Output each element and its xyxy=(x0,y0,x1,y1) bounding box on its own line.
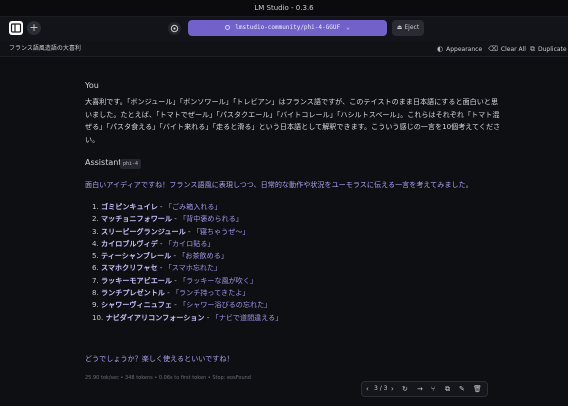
duplicate-label: Duplicate xyxy=(538,46,567,53)
list-item: 3. スリーピーグランジュール - 「寝ちゃうぜ〜」 xyxy=(92,226,250,236)
chat-title[interactable]: フランス語風造語の大喜利 xyxy=(9,41,81,57)
assistant-list: 1. ゴミピンキュイレ - 「ごみ箱入れる」 2. マッチョニフォワール - 「… xyxy=(92,201,282,324)
user-message: 大喜利です。「ボンジュール」「ボンソワール」「トレビアン」はフランス語ですが、こ… xyxy=(85,97,501,144)
model-selector[interactable]: lmstudio-community/phi-4-GGUF ⌄ xyxy=(188,20,387,36)
copy-icon: ⧉ xyxy=(530,45,535,53)
model-name: lmstudio-community/phi-4-GGUF xyxy=(235,24,341,31)
continue-icon[interactable]: → xyxy=(417,382,423,396)
list-item: 10. ナビダイアリコンフォーション - 「ナビで道間違える」 xyxy=(92,312,283,322)
list-item: 8. ランチプレゼントル - 「ランチ持ってきたよ」 xyxy=(92,288,250,298)
appearance-button[interactable]: ◐ Appearance xyxy=(437,41,482,58)
chevron-right-icon[interactable]: › xyxy=(391,382,394,396)
version-counter: 3 / 3 xyxy=(374,385,388,392)
gear-icon[interactable] xyxy=(168,22,181,35)
model-status-icon xyxy=(225,25,231,30)
chevron-left-icon[interactable]: ‹ xyxy=(366,382,369,396)
list-item: 4. カイロブルヴィデ - 「カイロ貼る」 xyxy=(92,238,215,248)
edit-icon[interactable]: ✎ xyxy=(459,382,465,396)
list-item: 2. マッチョニフォワール - 「背中褒められる」 xyxy=(92,214,243,224)
assistant-speaker-label: Assistant xyxy=(85,158,122,167)
duplicate-button[interactable]: ⧉ Duplicate xyxy=(530,41,567,58)
new-chat-button[interactable]: + xyxy=(27,21,41,35)
appearance-label: Appearance xyxy=(446,46,483,53)
list-item: 6. スマホクリフャセ - 「スマホ忘れた」 xyxy=(92,263,222,273)
clear-all-button[interactable]: ⌫ Clear All xyxy=(488,41,526,58)
message-actions-bar: ‹ 3 / 3 › ↻ → ⑂ ⧉ ✎ 🗑 xyxy=(361,381,488,397)
plus-icon: + xyxy=(29,21,39,34)
sidebar-toggle-icon[interactable] xyxy=(9,21,23,35)
eject-label: Eject xyxy=(404,24,420,31)
trash-icon[interactable]: 🗑 xyxy=(473,382,482,396)
window-title: LM Studio - 0.3.6 xyxy=(0,0,568,17)
list-item: 7. ラッキーモアビエール - 「ラッキーな風が吹く」 xyxy=(92,275,258,285)
clear-icon: ⌫ xyxy=(488,45,498,53)
model-badge: phi-4 xyxy=(120,159,142,169)
clear-all-label: Clear All xyxy=(500,46,526,53)
palette-icon: ◐ xyxy=(437,45,444,53)
chat-header: フランス語風造語の大喜利 ◐ Appearance ⌫ Clear All ⧉ Dup… xyxy=(0,41,568,57)
regenerate-icon[interactable]: ↻ xyxy=(402,382,408,396)
top-toolbar: + lmstudio-community/phi-4-GGUF ⌄ ⏏ Eject xyxy=(0,17,568,41)
eject-icon: ⏏ xyxy=(396,24,403,31)
copy-message-icon[interactable]: ⧉ xyxy=(445,382,450,396)
assistant-outro: どうでしょうか？楽しく使えるといいですね！ xyxy=(85,354,234,363)
list-item: 1. ゴミピンキュイレ - 「ごみ箱入れる」 xyxy=(92,202,222,211)
chevron-down-icon: ⌄ xyxy=(346,24,350,31)
list-item: 5. ティーシャンブレール - 「お茶飲める」 xyxy=(92,251,228,261)
user-speaker-label: You xyxy=(85,81,99,90)
eject-button[interactable]: ⏏ Eject xyxy=(392,20,424,36)
branch-icon[interactable]: ⑂ xyxy=(431,382,435,396)
assistant-intro: 面白いアイディアですね！フランス語風に表現しつつ、日常的な動作や状況をユーモラス… xyxy=(85,180,473,189)
list-item: 9. シャワーヴィニュフェ - 「シャワー浴びるの忘れた」 xyxy=(92,300,272,310)
generation-stats: 25.90 tok/sec • 348 tokens • 0.06s to fi… xyxy=(85,375,251,381)
